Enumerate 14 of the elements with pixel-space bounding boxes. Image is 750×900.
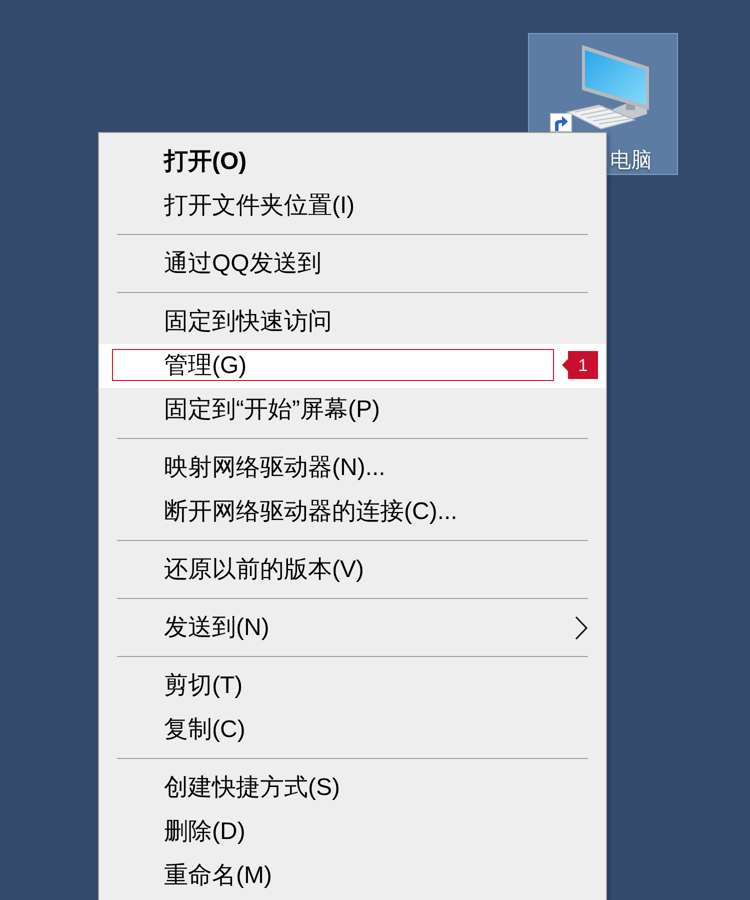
menu-item[interactable]: 发送到(N) bbox=[99, 606, 606, 650]
menu-item[interactable]: 重命名(M) bbox=[99, 854, 606, 898]
menu-item[interactable]: 剪切(T) bbox=[99, 664, 606, 708]
menu-item[interactable]: 映射网络驱动器(N)... bbox=[99, 446, 606, 490]
menu-item[interactable]: 固定到快速访问 bbox=[99, 300, 606, 344]
menu-item[interactable]: 还原以前的版本(V) bbox=[99, 548, 606, 592]
menu-item[interactable]: 断开网络驱动器的连接(C)... bbox=[99, 490, 606, 534]
menu-item[interactable]: 创建快捷方式(S) bbox=[99, 766, 606, 810]
menu-item[interactable]: 删除(D) bbox=[99, 810, 606, 854]
menu-item[interactable]: 固定到“开始”屏幕(P) bbox=[99, 388, 606, 432]
desktop-icon-label: 电脑 bbox=[610, 148, 652, 174]
menu-item[interactable]: 复制(C) bbox=[99, 708, 606, 752]
menu-item[interactable]: 通过QQ发送到 bbox=[99, 242, 606, 286]
menu-item[interactable]: 打开文件夹位置(I) bbox=[99, 184, 606, 228]
